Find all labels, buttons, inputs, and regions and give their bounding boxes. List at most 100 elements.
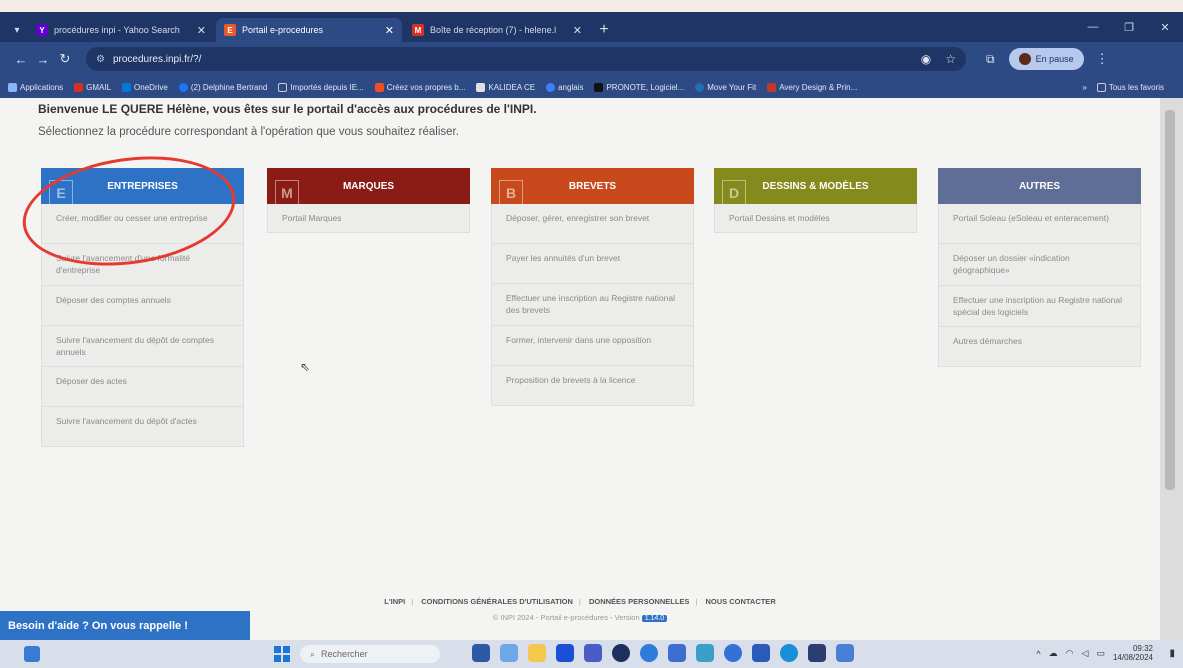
procedure-link[interactable]: Portail Marques bbox=[267, 204, 470, 234]
footer-link-inpi[interactable]: L'INPI bbox=[384, 597, 405, 606]
bookmark-label: PRONOTE, Logiciel... bbox=[606, 82, 685, 92]
back-icon[interactable]: ← bbox=[10, 52, 32, 67]
app-icon[interactable] bbox=[556, 644, 574, 662]
scrollbar-thumb[interactable] bbox=[1165, 110, 1175, 490]
wifi-icon[interactable]: ◠ bbox=[1066, 648, 1074, 659]
taskbar-search-input[interactable]: ⌕ Rechercher bbox=[300, 645, 440, 663]
bookmark-pronote[interactable]: PRONOTE, Logiciel... bbox=[594, 82, 685, 92]
eye-off-icon[interactable]: ◉ bbox=[921, 52, 931, 66]
start-button[interactable] bbox=[274, 646, 290, 662]
start-tile bbox=[283, 646, 290, 653]
column-header: AUTRES bbox=[938, 168, 1141, 204]
edge-icon[interactable] bbox=[780, 644, 798, 662]
bookmark-facebook[interactable]: (2) Delphine Bertrand bbox=[178, 82, 267, 92]
close-window-icon[interactable]: ✕ bbox=[1147, 12, 1183, 42]
tab-label: procédures inpi - Yahoo Search bbox=[54, 25, 180, 35]
procedure-link[interactable]: Suivre l'avancement du dépôt d'actes bbox=[41, 407, 244, 448]
procedure-link[interactable]: Proposition de brevets à la licence bbox=[491, 365, 694, 406]
tab-portail[interactable]: E Portail e-procedures ✕ bbox=[216, 18, 402, 42]
version-badge: 1.14.0 bbox=[641, 615, 668, 622]
procedure-link[interactable]: Portail Dessins et modèles bbox=[714, 204, 917, 234]
search-icon: ⌕ bbox=[310, 648, 316, 659]
procedure-link[interactable]: Effectuer une inscription au Registre na… bbox=[938, 285, 1141, 328]
taskbar: ⌕ Rechercher ^ ☁ ◠ ◁ ▭ 09:32 14/08/2024 … bbox=[0, 640, 1183, 668]
app-icon[interactable] bbox=[836, 644, 854, 662]
bookmarks-more-button[interactable]: » bbox=[1082, 83, 1086, 92]
bookmark-moveyourfit[interactable]: Move Your Fit bbox=[695, 82, 756, 92]
procedure-link[interactable]: Payer les annuités d'un brevet bbox=[491, 244, 694, 284]
cloud-icon[interactable]: ☁ bbox=[1049, 648, 1058, 659]
bookmark-label: Tous les favoris bbox=[1108, 82, 1164, 92]
help-callback-button[interactable]: Besoin d'aide ? On vous rappelle ! bbox=[0, 611, 250, 640]
extensions-icon[interactable]: ⧉ bbox=[986, 52, 995, 67]
bookmark-onedrive[interactable]: OneDrive bbox=[122, 82, 168, 92]
procedure-link[interactable]: Portail Soleau (eSoleau et enteracement) bbox=[938, 204, 1141, 244]
url-text: procedures.inpi.fr/?/ bbox=[112, 53, 202, 65]
app-icon[interactable] bbox=[500, 644, 518, 662]
app-icon[interactable] bbox=[752, 644, 770, 662]
reload-icon[interactable]: ↻ bbox=[54, 51, 76, 67]
window-controls: — ❐ ✕ bbox=[1075, 12, 1183, 42]
app-icon[interactable] bbox=[808, 644, 826, 662]
close-icon[interactable]: ✕ bbox=[197, 24, 206, 37]
procedure-link[interactable]: Déposer des actes bbox=[41, 367, 244, 408]
bookmark-gmail[interactable]: GMAIL bbox=[74, 82, 111, 92]
bookmark-label: Importés depuis IE... bbox=[290, 82, 364, 92]
app-icon[interactable] bbox=[668, 644, 686, 662]
bookmark-label: Applications bbox=[20, 82, 64, 92]
close-icon[interactable]: ✕ bbox=[573, 24, 582, 37]
bookmark-star-icon[interactable]: ☆ bbox=[945, 52, 956, 66]
procedure-link[interactable]: Effectuer une inscription au Registre na… bbox=[491, 284, 694, 326]
procedure-link[interactable]: Suivre l'avancement du dépôt de comptes … bbox=[41, 325, 244, 368]
battery-icon[interactable]: ▭ bbox=[1096, 648, 1105, 659]
forward-icon[interactable]: → bbox=[32, 52, 54, 67]
chevron-up-icon[interactable]: ^ bbox=[1036, 649, 1040, 659]
site-info-icon[interactable]: ⚙ bbox=[96, 54, 105, 65]
profile-button[interactable]: En pause bbox=[1008, 48, 1084, 70]
bookmark-avery[interactable]: Avery Design & Prin... bbox=[767, 82, 857, 92]
screen: ▾ Y procédures inpi - Yahoo Search ✕ E P… bbox=[0, 0, 1183, 668]
app-icon[interactable] bbox=[584, 644, 602, 662]
folder-icon bbox=[278, 82, 288, 92]
folder-icon[interactable] bbox=[528, 644, 546, 662]
procedure-link[interactable]: Autres démarches bbox=[938, 327, 1141, 368]
bookmark-create[interactable]: Créez vos propres b... bbox=[374, 82, 465, 92]
volume-icon[interactable]: ◁ bbox=[1082, 648, 1089, 659]
bookmark-anglais[interactable]: anglais bbox=[546, 82, 583, 92]
close-icon[interactable]: ✕ bbox=[385, 24, 394, 37]
footer-link-privacy[interactable]: DONNÉES PERSONNELLES bbox=[589, 597, 689, 606]
folder-icon bbox=[1096, 82, 1106, 92]
new-tab-button[interactable]: + bbox=[592, 18, 616, 42]
tab-search-icon[interactable]: ▾ bbox=[6, 18, 28, 42]
column-marques: M MARQUES Portail Marques bbox=[267, 168, 470, 234]
bookmark-applications[interactable]: Applications bbox=[8, 82, 64, 92]
minimize-icon[interactable]: — bbox=[1075, 12, 1111, 42]
gmail-icon: M bbox=[412, 24, 424, 36]
bookmark-imported[interactable]: Importés depuis IE... bbox=[278, 82, 364, 92]
app-icon[interactable] bbox=[472, 644, 490, 662]
onedrive-icon bbox=[122, 82, 132, 92]
procedure-link[interactable]: Déposer, gérer, enregistrer son brevet bbox=[491, 204, 694, 244]
app-icon[interactable] bbox=[612, 644, 630, 662]
bookmark-kalidea[interactable]: KALIDEA CE bbox=[476, 82, 535, 92]
taskbar-apps bbox=[472, 644, 854, 662]
footer-link-cgu[interactable]: CONDITIONS GÉNÉRALES D'UTILISATION bbox=[421, 597, 573, 606]
footer-link-contact[interactable]: NOUS CONTACTER bbox=[705, 597, 775, 606]
all-bookmarks-button[interactable]: Tous les favoris bbox=[1096, 82, 1164, 92]
footer-links: L'INPI | CONDITIONS GÉNÉRALES D'UTILISATI… bbox=[0, 597, 1160, 606]
procedure-link[interactable]: Déposer un dossier «indication géographi… bbox=[938, 244, 1141, 286]
notification-icon[interactable]: ▮ bbox=[1169, 648, 1175, 659]
procedure-link[interactable]: Déposer des comptes annuels bbox=[41, 285, 244, 326]
widgets-icon[interactable] bbox=[24, 646, 40, 662]
url-input[interactable]: ⚙ procedures.inpi.fr/?/ ◉ ☆ bbox=[86, 47, 966, 71]
clock[interactable]: 09:32 14/08/2024 bbox=[1113, 644, 1153, 663]
menu-icon[interactable]: ⋮ bbox=[1096, 51, 1109, 67]
chrome-icon[interactable] bbox=[724, 644, 742, 662]
tab-yahoo[interactable]: Y procédures inpi - Yahoo Search ✕ bbox=[28, 18, 214, 42]
procedure-link[interactable]: Former, intervenir dans une opposition bbox=[491, 325, 694, 366]
app-icon[interactable] bbox=[640, 644, 658, 662]
tab-gmail[interactable]: M Boîte de réception (7) - helene.l ✕ bbox=[404, 18, 590, 42]
column-header: M MARQUES bbox=[267, 168, 470, 204]
app-icon[interactable] bbox=[696, 644, 714, 662]
restore-icon[interactable]: ❐ bbox=[1111, 12, 1147, 42]
